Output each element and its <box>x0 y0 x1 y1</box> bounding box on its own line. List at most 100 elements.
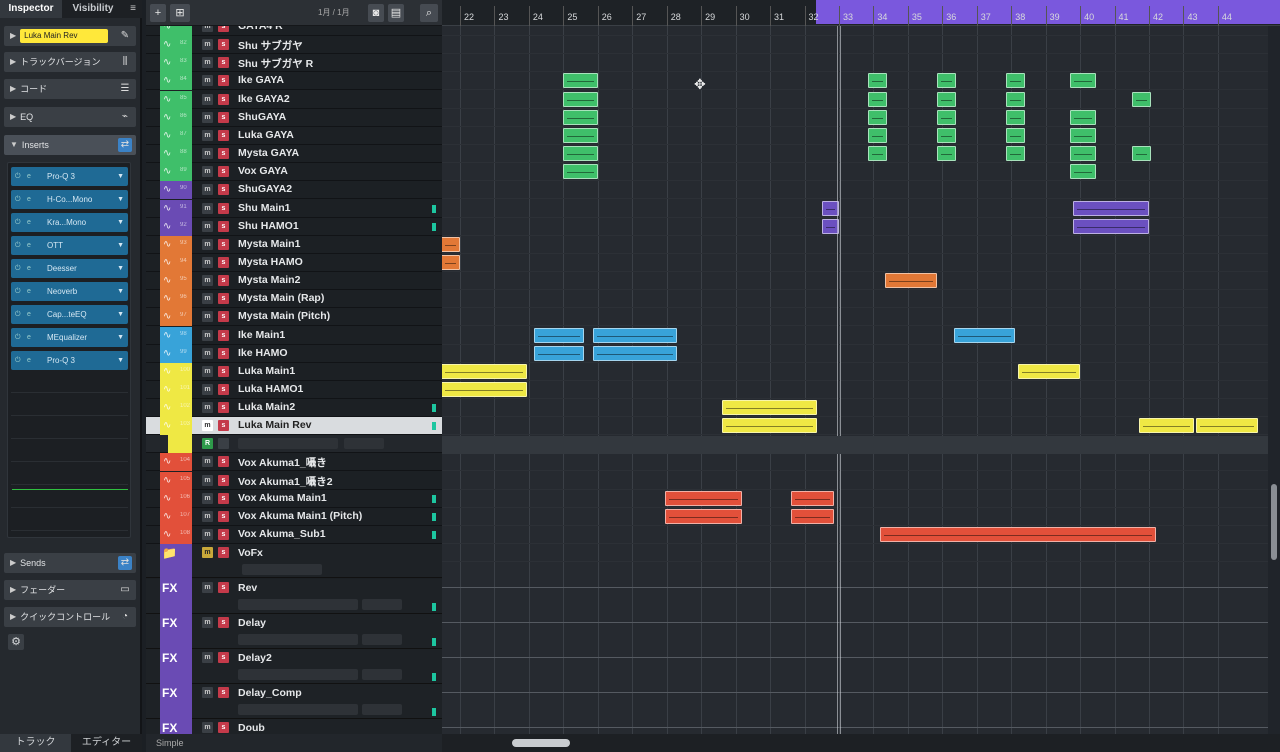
solo-button[interactable]: s <box>218 130 229 141</box>
fx-track-row[interactable]: FX m s Doub <box>146 719 442 734</box>
audio-event[interactable] <box>1069 73 1096 88</box>
solo-button[interactable]: s <box>218 26 229 32</box>
automation-value[interactable] <box>344 438 384 449</box>
fx-automation-value[interactable] <box>362 599 402 610</box>
audio-event[interactable] <box>534 328 584 343</box>
track-row[interactable]: ∿ 106 m s Vox Akuma Main1 <box>146 490 442 508</box>
mute-button[interactable]: m <box>202 420 213 431</box>
folder-icon[interactable]: 📁 <box>160 544 192 579</box>
section-inserts[interactable]: ▼ Inserts ⇄ <box>4 135 136 155</box>
solo-button[interactable]: s <box>218 311 229 322</box>
track-row[interactable]: ∿ 94 m s Mysta HAMO <box>146 254 442 272</box>
mute-button[interactable]: m <box>202 130 213 141</box>
chevron-down-icon[interactable]: ▼ <box>117 259 124 278</box>
horizontal-scrollbar[interactable] <box>442 734 1280 752</box>
edit-icon[interactable]: e <box>27 167 31 186</box>
bypass-icon[interactable]: ⏻ <box>15 190 21 209</box>
solo-button[interactable]: s <box>218 166 229 177</box>
solo-button[interactable]: s <box>218 420 229 431</box>
audio-event[interactable] <box>442 237 460 252</box>
solo-button[interactable]: s <box>218 184 229 195</box>
solo-button[interactable]: s <box>218 239 229 250</box>
solo-button[interactable]: s <box>218 511 229 522</box>
mute-button[interactable]: m <box>202 239 213 250</box>
tab-inspector[interactable]: Inspector <box>0 0 62 18</box>
audio-event[interactable] <box>868 73 888 88</box>
audio-event[interactable] <box>1073 201 1149 216</box>
solo-button[interactable]: s <box>218 366 229 377</box>
fx-automation-selector[interactable] <box>238 599 358 610</box>
audio-event[interactable] <box>664 509 743 524</box>
audio-event[interactable] <box>868 92 888 107</box>
track-row[interactable]: ∿ 96 m s Mysta Main (Rap) <box>146 290 442 308</box>
track-row[interactable]: ∿ 87 m s Luka GAYA <box>146 127 442 145</box>
solo-button[interactable]: s <box>218 456 229 467</box>
track-row[interactable]: ∿ 95 m s Mysta Main2 <box>146 272 442 290</box>
mute-button[interactable]: m <box>202 366 213 377</box>
mute-button[interactable]: m <box>202 687 213 698</box>
folder-track[interactable]: 📁 m s VoFx <box>146 544 442 579</box>
mute-button[interactable]: m <box>202 75 213 86</box>
solo-button[interactable]: s <box>218 348 229 359</box>
bypass-icon[interactable]: ⏻ <box>15 236 21 255</box>
fx-automation-selector[interactable] <box>238 704 358 715</box>
track-row[interactable]: ∿ 99 m s Ike HAMO <box>146 345 442 363</box>
mute-button[interactable]: m <box>202 511 213 522</box>
timeline-ruler[interactable]: 22 23 24 25 26 27 28 29 30 31 32 33 34 35 36 37 38 39 40 41… <box>442 0 1280 26</box>
empty-insert-slot[interactable] <box>11 512 128 531</box>
audio-event[interactable] <box>937 146 957 161</box>
solo-button[interactable]: s <box>218 75 229 86</box>
solo-button[interactable]: s <box>218 148 229 159</box>
tab-editor[interactable]: エディター <box>71 734 142 752</box>
audio-event[interactable] <box>1069 128 1096 143</box>
track-row[interactable]: ∿ 93 m s Mysta Main1 <box>146 236 442 254</box>
mute-button[interactable]: m <box>202 166 213 177</box>
solo-button[interactable]: s <box>218 402 229 413</box>
track-row[interactable]: ∿ 102 m s Luka Main2 <box>146 399 442 417</box>
fx-automation-value[interactable] <box>362 634 402 645</box>
track-row[interactable]: ∿ 85 m s Ike GAYA2 <box>146 91 442 109</box>
magnifier-icon[interactable]: ⌕ <box>420 4 438 22</box>
mute-button[interactable]: m <box>202 184 213 195</box>
fx-automation-selector[interactable] <box>238 669 358 680</box>
edit-icon[interactable]: e <box>27 282 31 301</box>
fx-track-row[interactable]: FX m s Rev <box>146 579 442 614</box>
solo-button[interactable]: s <box>218 475 229 486</box>
section-sends[interactable]: ▶ Sends ⇄ <box>4 553 136 573</box>
mute-button[interactable]: m <box>202 402 213 413</box>
insert-slot[interactable]: ⏻ e Cap...teEQ ▼ <box>11 305 128 324</box>
audio-event[interactable] <box>1138 418 1194 433</box>
solo-button[interactable]: s <box>218 203 229 214</box>
fx-automation-value[interactable] <box>362 704 402 715</box>
track-row[interactable]: ∿ 90 m s ShuGAYA2 <box>146 181 442 199</box>
mute-button[interactable]: m <box>202 456 213 467</box>
insert-slot[interactable]: ⏻ e Kra...Mono ▼ <box>11 213 128 232</box>
camera-icon[interactable]: ◙ <box>368 4 384 22</box>
mute-button[interactable]: m <box>202 94 213 105</box>
audio-event[interactable] <box>563 92 598 107</box>
track-row[interactable]: ∿ 84 m s Ike GAYA <box>146 72 442 90</box>
section-track-version[interactable]: ▶ トラックバージョン ⫼ <box>4 52 136 72</box>
audio-event[interactable] <box>1069 110 1096 125</box>
audio-event[interactable] <box>937 92 957 107</box>
audio-event[interactable] <box>868 110 888 125</box>
edit-icon[interactable]: e <box>27 305 31 324</box>
audio-event[interactable] <box>563 146 598 161</box>
audio-event[interactable] <box>721 418 817 433</box>
empty-insert-slot[interactable] <box>11 397 128 416</box>
solo-button[interactable]: s <box>218 547 229 558</box>
solo-button[interactable]: s <box>218 39 229 50</box>
mute-button[interactable]: m <box>202 348 213 359</box>
audio-event[interactable] <box>937 110 957 125</box>
track-automation-row[interactable]: R <box>146 435 442 453</box>
edit-icon[interactable]: e <box>27 259 31 278</box>
audio-event[interactable] <box>563 73 598 88</box>
folder-controls[interactable] <box>242 564 322 575</box>
track-row[interactable]: ∿ 101 m s Luka HAMO1 <box>146 381 442 399</box>
bypass-icon[interactable]: ⏻ <box>15 282 21 301</box>
solo-button[interactable]: s <box>218 687 229 698</box>
mute-button[interactable]: m <box>202 384 213 395</box>
edit-icon[interactable]: ✎ <box>118 29 132 43</box>
audio-event[interactable] <box>1069 164 1096 179</box>
tab-visibility[interactable]: Visibility <box>62 0 124 18</box>
